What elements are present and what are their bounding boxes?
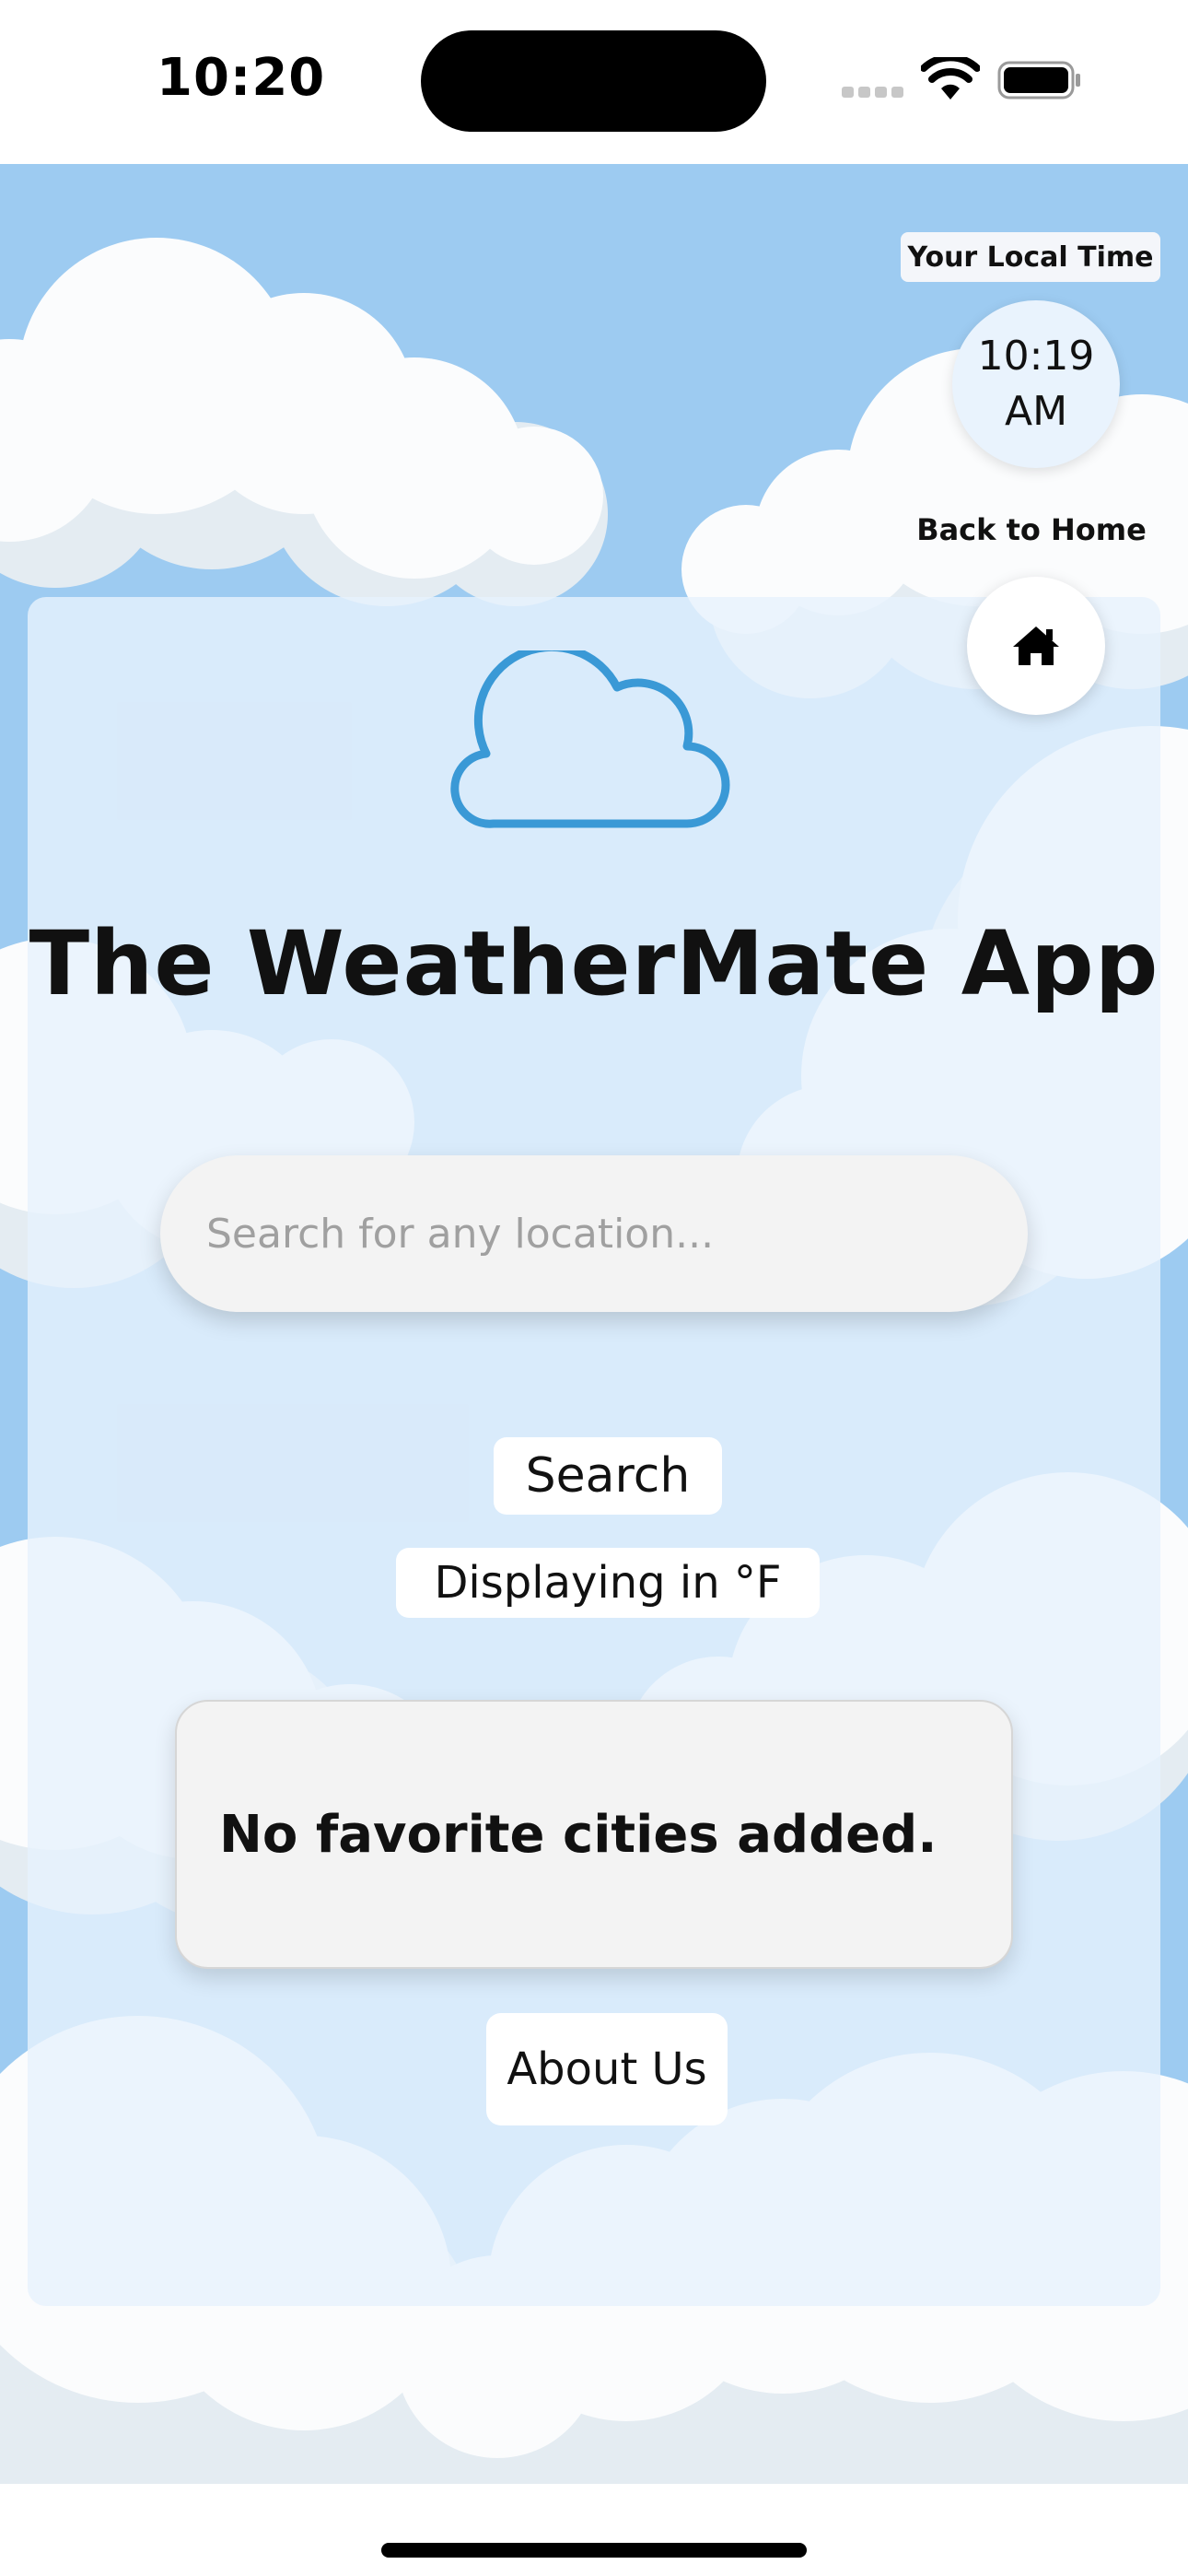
home-indicator[interactable] [381, 2543, 807, 2558]
cloud-outline-icon [450, 650, 730, 828]
wifi-icon [921, 57, 980, 100]
units-toggle-button[interactable]: Displaying in °F [396, 1548, 820, 1618]
status-bar: 10:20 [0, 0, 1188, 164]
battery-icon [997, 61, 1080, 100]
home-icon [1013, 626, 1059, 665]
search-button[interactable]: Search [494, 1437, 722, 1515]
search-input[interactable] [160, 1155, 1028, 1312]
local-time-label: Your Local Time [901, 232, 1160, 282]
dynamic-island [421, 30, 766, 132]
back-to-home-label: Back to Home [916, 512, 1147, 547]
page-title: The WeatherMate App [29, 912, 1159, 1015]
favorites-card: No favorite cities added. [175, 1700, 1013, 1969]
favorites-empty-message: No favorite cities added. [219, 1804, 938, 1865]
home-button[interactable] [967, 577, 1105, 715]
local-time-period: AM [1004, 388, 1068, 435]
local-time-clock: 10:19 AM [952, 300, 1120, 468]
home-indicator-area [0, 2484, 1188, 2576]
local-time-value: 10:19 [977, 333, 1095, 380]
about-us-button[interactable]: About Us [486, 2013, 728, 2125]
cellular-signal-icon [842, 87, 904, 100]
status-time: 10:20 [157, 48, 326, 108]
